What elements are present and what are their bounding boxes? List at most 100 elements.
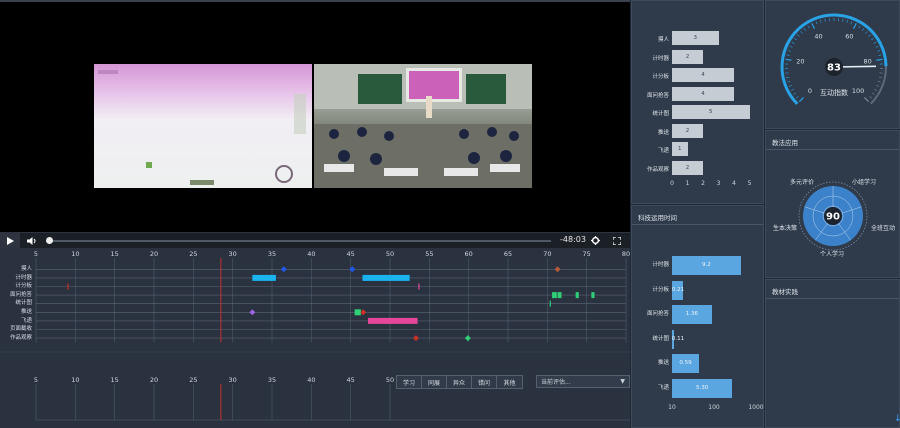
tool-usage-value: 1 [678,146,682,152]
gauge-tick [788,84,792,87]
progress-track[interactable] [46,240,551,242]
tool-usage-value: 2 [685,53,690,60]
evaluation-select[interactable]: 当前评估... ▼ [536,375,630,388]
tech-time-title: 科技运用时间 [638,214,677,222]
timeline-event-tick [549,300,551,307]
tech-time-label: 计时器 [652,262,669,268]
overview-tick-label: 5 [33,376,39,384]
tool-usage-label: 摸人 [657,37,669,43]
timeline-tick-label: 20 [149,250,159,258]
gauge-tick-label: 0 [808,87,812,95]
overview-tick-label: 35 [267,376,277,384]
overview-tick-label: 10 [71,376,80,384]
filter-tab[interactable]: 异众 [447,376,472,388]
tech-time-label: 统计图 [652,335,669,342]
tool-usage-value: 4 [701,72,705,78]
teaching-method-panel: 教法应用 90 多元评价 小组学习 全班互动 个人学习 生本决策 [765,130,900,278]
tech-time-tick: 10 [668,404,676,411]
timeline-event-marker [280,266,287,273]
tool-usage-tick: 3 [716,180,721,187]
gauge-tick [876,58,883,61]
timeline-event-bar [367,317,418,324]
gauge-tick [865,31,868,34]
gauge-tick [871,37,874,41]
gauge-tick [877,50,881,52]
gauge-value: 83 [827,63,841,74]
gauge-tick [794,37,797,41]
timeline-event-bar [354,309,361,316]
tool-usage-tick: 2 [701,180,705,187]
tool-usage-panel: 摸人 3 计时器 2 计分板 4 面问抢答 4 统计图 5 推送 2 飞递 1 作品观察 2 0 1 2 3 4 5 [631,0,764,204]
scroll-down-icon[interactable]: ↓ [894,414,900,424]
video-area[interactable] [0,0,630,232]
play-icon [7,236,14,245]
gauge-tick [803,28,807,31]
timeline-event-marker [464,335,471,342]
timeline-tick-label: 75 [582,250,591,258]
timeline-row-label: 作品观察 [9,334,32,341]
radar-axis-label: 个人学习 [820,250,844,258]
filter-tab[interactable]: 同展 [422,376,447,388]
timeline-event-bar [552,292,557,299]
filter-tab[interactable]: 错问 [472,376,497,388]
gear-icon [590,236,600,245]
timeline-row-label: 飞递 [20,317,32,324]
timeline-event-marker [249,309,256,316]
tech-time-label: 推送 [657,360,669,366]
gauge-tick [824,18,826,22]
tech-time-value: 9.2 [701,262,711,268]
gauge-tick-label: 20 [796,58,804,66]
gauge-tick [846,19,848,23]
timeline-event-marker [349,266,356,273]
timeline-event-bar [252,274,276,281]
fullscreen-button[interactable] [610,233,624,248]
timeline-tick-label: 25 [189,250,198,258]
tech-time-value: 1.36 [685,311,698,317]
gauge-tick-label: 100 [852,87,864,95]
progress-handle[interactable] [46,237,53,244]
timeline-event-bar [591,292,595,299]
gauge-tick [811,23,816,29]
tech-time-tick: 100 [708,404,720,411]
timeline-tick-label: 5 [33,250,39,258]
tech-time-value: 5.30 [696,384,709,391]
timeline-row-label: 摸人 [20,266,32,272]
timeline-tick-label: 65 [503,250,513,258]
fullscreen-icon [613,236,621,245]
tool-usage-tick: 5 [747,180,752,187]
timeline-row-label: 统计图 [15,300,32,307]
volume-button[interactable] [24,233,40,248]
gauge-tick [852,23,857,29]
tool-usage-label: 统计图 [652,111,669,117]
timeline-row-label: 计分板 [15,283,32,290]
behavior-timeline[interactable]: 摸人 计时器 计分板 面问抢答 统计图 推送 飞递 页面截收 作品观察 5 10 15 20 25 30 3… [0,248,630,428]
filter-tab[interactable]: 学习 [397,376,422,388]
classroom-video[interactable] [314,64,532,188]
timeline-event-bar [362,274,410,281]
gauge-tick [875,45,879,48]
timeline-tick-label: 80 [621,250,631,258]
filter-tab[interactable]: 其他 [497,376,522,388]
timeline-chart[interactable] [0,248,630,428]
screen-capture-video[interactable] [94,64,312,188]
tool-usage-label: 计时器 [652,55,669,62]
panel-divider [766,149,899,150]
gauge-tick [796,96,799,99]
evaluation-select-value: 当前评估... [541,379,571,386]
overview-tick-label: 15 [110,376,119,384]
gauge-tick [869,96,872,99]
timeline-event-bar [575,292,579,299]
gauge-tick [863,96,870,103]
gauge-tick [798,96,805,103]
material-practice-title: 教材实践 [772,288,798,296]
tool-usage-tick: 4 [732,180,736,187]
gauge-tick [850,21,853,25]
settings-button[interactable] [588,233,602,248]
tool-usage-value: 2 [685,127,690,134]
timeline-event-tick [418,283,420,290]
timeline-tick-label: 50 [385,250,395,258]
timeline-row-label: 面问抢答 [9,291,32,298]
gauge-tick [874,88,878,91]
timeline-tick-label: 40 [307,250,316,258]
play-button[interactable] [0,233,20,248]
